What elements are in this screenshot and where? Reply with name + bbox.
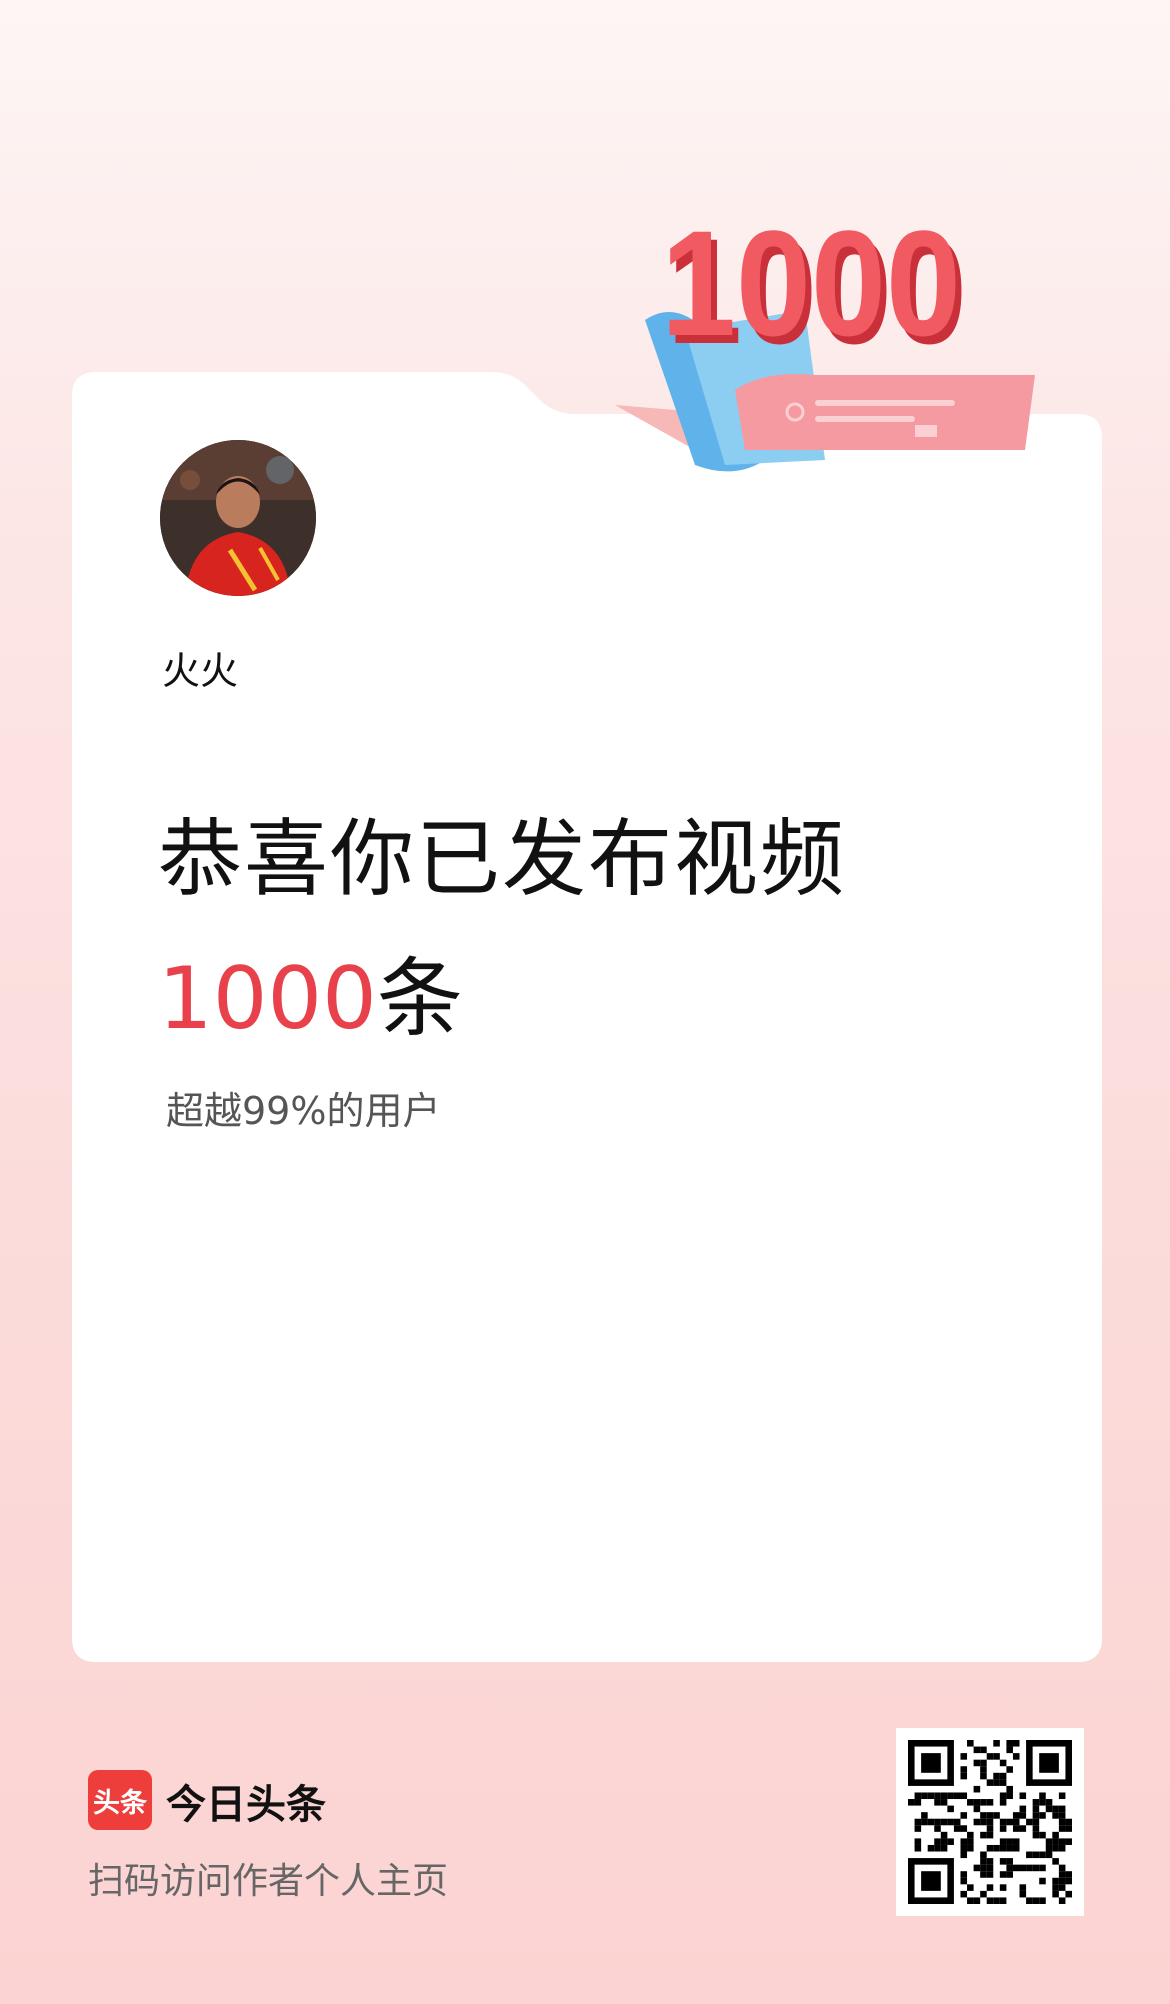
toutiao-logo-icon: 头条 bbox=[88, 1770, 152, 1830]
video-count: 1000条 bbox=[158, 928, 463, 1053]
avatar[interactable] bbox=[160, 440, 316, 596]
qr-code[interactable] bbox=[896, 1728, 1084, 1916]
video-count-unit: 条 bbox=[376, 949, 463, 1049]
app-name: 今日头条 bbox=[166, 1782, 326, 1828]
username: 火火 bbox=[162, 649, 239, 693]
scan-hint: 扫码访问作者个人主页 bbox=[88, 1861, 449, 1902]
video-count-number: 1000 bbox=[158, 949, 377, 1049]
badge-number-face: 1000 bbox=[661, 199, 961, 367]
congrats-title: 恭喜你已发布视频 bbox=[158, 810, 847, 908]
ranking-text: 超越99%的用户 bbox=[166, 1089, 441, 1133]
milestone-badge-illustration: 1000 1000 bbox=[615, 199, 1035, 472]
